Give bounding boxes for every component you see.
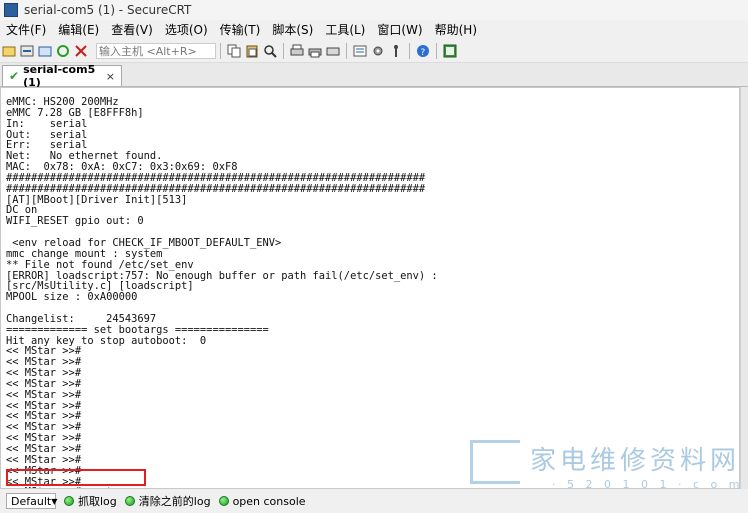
connect-icon[interactable] [1,43,17,59]
help-icon[interactable]: ? [415,43,431,59]
print-selection-icon[interactable] [307,43,323,59]
button-bar: Default ▼ 抓取log 清除之前的log open console [0,489,748,513]
capture-log-label: 抓取log [78,495,117,508]
watermark-logo-icon [470,440,520,484]
terminal-output[interactable]: eMMC: HS200 200MHz eMMC 7.28 GB [E8FFF8h… [0,87,740,489]
session-select-value: Default [11,494,52,508]
reconnect-icon[interactable] [55,43,71,59]
session-select[interactable]: Default ▼ [6,493,58,509]
open-console-label: open console [232,494,306,508]
menu-bar: 文件(F) 编辑(E) 查看(V) 选项(O) 传输(T) 脚本(S) 工具(L… [0,20,748,40]
toolbar-separator [409,43,410,59]
terminal-scrollbar[interactable] [740,87,748,489]
session-options-icon[interactable] [352,43,368,59]
open-console-button[interactable]: open console [218,494,306,508]
svg-text:?: ? [421,48,426,58]
title-bar: serial-com5 (1) - SecureCRT [0,0,748,21]
global-options-icon[interactable] [370,43,386,59]
keymap-icon[interactable] [388,43,404,59]
copy-icon[interactable] [226,43,242,59]
green-dot-icon [124,496,135,506]
menu-options[interactable]: 选项(O) [159,20,214,40]
print-setup-icon[interactable] [325,43,341,59]
menu-tools[interactable]: 工具(L) [319,20,371,40]
menu-file[interactable]: 文件(F) [0,20,52,40]
securecrt-app-icon [4,3,18,17]
capture-log-button[interactable]: 抓取log [64,493,117,509]
session-tab-bar: ✔ serial-com5 (1) × [0,63,748,89]
quick-connect-icon[interactable] [19,43,35,59]
terminal-text: eMMC: HS200 200MHz eMMC 7.28 GB [E8FFF8h… [6,96,438,488]
toolbar-separator [346,43,347,59]
disconnect-icon[interactable] [73,43,89,59]
menu-edit[interactable]: 编辑(E) [52,20,105,40]
clear-log-button[interactable]: 清除之前的log [124,493,211,509]
toolbar-separator [283,43,284,59]
connected-check-icon: ✔ [9,69,20,83]
green-dot-icon [64,496,74,506]
tab-label: serial-com5 (1) [23,63,96,89]
menu-transfer[interactable]: 传输(T) [214,20,267,40]
toolbar-separator [220,43,221,59]
menu-window[interactable]: 窗口(W) [371,20,428,40]
paste-icon[interactable] [244,43,260,59]
host-input[interactable]: 输入主机 <Alt+R> [96,43,216,59]
find-icon[interactable] [262,43,278,59]
command-highlight-box [6,469,146,486]
print-icon[interactable] [289,43,305,59]
toolbar-separator [436,43,437,59]
clear-log-label: 清除之前的log [138,495,211,508]
window-title: serial-com5 (1) - SecureCRT [24,3,192,17]
chevron-down-icon: ▼ [51,496,58,506]
toolbar: 输入主机 <Alt+R> ? [0,40,748,63]
tab-serial-com5[interactable]: ✔ serial-com5 (1) × [2,63,122,89]
green-dot-icon [218,496,229,506]
connect-in-tab-icon[interactable] [37,43,53,59]
watermark-text: 家电维修资料网 [530,446,741,476]
tab-close-icon[interactable]: × [106,70,115,83]
sessions-icon[interactable] [442,43,458,59]
menu-view[interactable]: 查看(V) [105,20,159,40]
menu-help[interactable]: 帮助(H) [429,20,483,40]
menu-script[interactable]: 脚本(S) [266,20,319,40]
